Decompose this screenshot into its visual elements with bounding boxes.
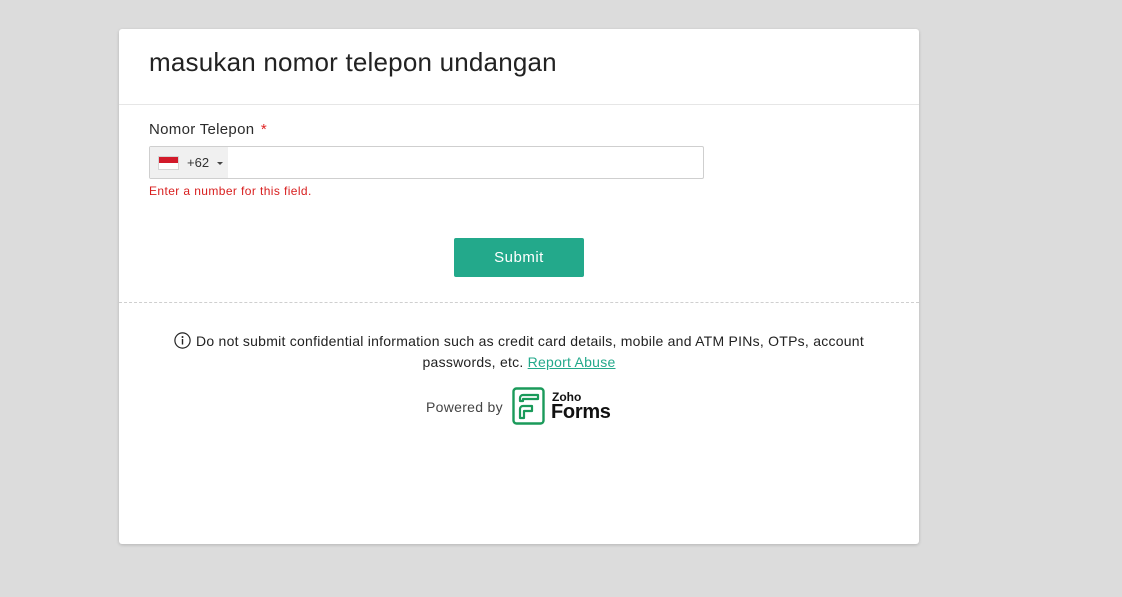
- report-abuse-link[interactable]: Report Abuse: [528, 354, 616, 370]
- caret-down-icon: [217, 162, 223, 165]
- form-card: masukan nomor telepon undangan Nomor Tel…: [119, 29, 919, 544]
- zoho-forms-logo[interactable]: Zoho Forms: [512, 387, 612, 427]
- powered-by: Powered by Zoho Forms: [119, 387, 919, 427]
- zoho-forms-logo-icon: [512, 387, 545, 425]
- indonesia-flag-icon: [158, 156, 179, 170]
- phone-label: Nomor Telepon *: [149, 121, 267, 138]
- required-marker: *: [260, 121, 267, 138]
- footer-divider: [119, 302, 919, 303]
- phone-error-message: Enter a number for this field.: [149, 184, 312, 198]
- country-code-select[interactable]: +62: [150, 147, 228, 178]
- phone-number-input[interactable]: [228, 147, 703, 178]
- logo-forms-text: Forms: [551, 401, 611, 423]
- country-dial-code: +62: [187, 155, 210, 170]
- info-icon: [174, 332, 191, 349]
- confidential-notice: Do not submit confidential information s…: [159, 331, 879, 373]
- submit-button[interactable]: Submit: [454, 238, 584, 277]
- phone-label-text: Nomor Telepon: [149, 121, 255, 138]
- form-header: masukan nomor telepon undangan: [119, 29, 919, 105]
- powered-by-label: Powered by: [426, 399, 503, 415]
- form-title: masukan nomor telepon undangan: [149, 47, 557, 77]
- phone-field: +62: [149, 146, 704, 179]
